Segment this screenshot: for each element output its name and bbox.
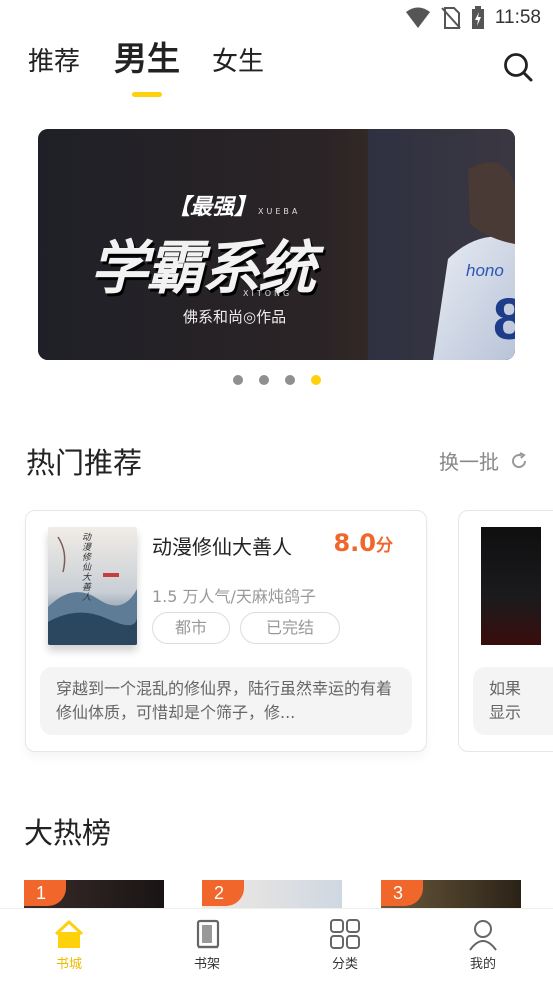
- status-bar: 11:58: [0, 0, 553, 36]
- wifi-icon: [405, 7, 430, 28]
- tag-status[interactable]: 已完结: [240, 612, 341, 644]
- nav-profile[interactable]: 我的: [448, 919, 518, 972]
- book-cover: 动漫修仙大善人: [48, 527, 137, 645]
- book-popularity-author: 1.5 万人气/天麻炖鸽子: [152, 587, 316, 606]
- bottom-navigation: 书城 书架 分类 我的: [0, 908, 553, 983]
- refresh-label: 换一批: [439, 450, 499, 474]
- rank-badge: 2: [202, 880, 244, 906]
- nav-label: 书架: [193, 957, 220, 972]
- banner-dot-active[interactable]: [311, 375, 321, 385]
- book-cover-title: 动漫修仙大善人: [82, 533, 92, 603]
- status-time: 11:58: [494, 7, 541, 28]
- book-score: 8.0分: [333, 529, 393, 557]
- rank-card[interactable]: 1: [24, 880, 164, 910]
- battery-charging-icon: [471, 6, 484, 29]
- nav-category[interactable]: 分类: [310, 919, 380, 972]
- tab-female[interactable]: 女生: [212, 41, 264, 78]
- rank-badge: 3: [381, 880, 423, 906]
- book-cover: [481, 527, 541, 645]
- book-synopsis: 穿越到一个混乱的修仙界，陆行虽然幸运的有着修仙体质，可惜却是个筛子，修...: [40, 667, 412, 735]
- search-icon[interactable]: [501, 50, 535, 84]
- category-grid-icon: [330, 919, 360, 949]
- banner-dot[interactable]: [285, 375, 295, 385]
- home-icon: [54, 920, 84, 948]
- rank-section-title: 大热榜: [24, 816, 112, 850]
- tab-recommend[interactable]: 推荐: [28, 41, 80, 78]
- svg-text:8: 8: [493, 287, 515, 352]
- tab-male[interactable]: 男生: [114, 32, 180, 80]
- banner-dot[interactable]: [259, 375, 269, 385]
- rank-card[interactable]: 2: [202, 880, 342, 910]
- profile-icon: [469, 920, 497, 951]
- banner-tag: 【最强】: [168, 195, 257, 220]
- book-synopsis: 如果 显示: [473, 667, 553, 735]
- nav-bookstore[interactable]: 书城: [34, 919, 104, 972]
- book-card[interactable]: 如果 显示: [458, 510, 553, 752]
- banner-subtitle-bottom: XITONG: [243, 289, 293, 298]
- no-sim-icon: [441, 7, 461, 29]
- status-icons: 11:58: [405, 6, 541, 30]
- tab-active-indicator: [132, 92, 162, 97]
- top-tabs: 推荐 男生 女生: [0, 36, 553, 100]
- promo-banner[interactable]: 8 hono 【最强】 XUEBA 学霸系统 XITONG 佛系和尚◎作品: [38, 129, 515, 360]
- book-title: 动漫修仙大善人: [152, 535, 292, 559]
- tag-genre[interactable]: 都市: [152, 612, 231, 644]
- book-tags: 都市 已完结: [152, 612, 341, 644]
- banner-author: 佛系和尚◎作品: [183, 308, 287, 326]
- nav-label: 书城: [55, 957, 82, 972]
- bookshelf-icon: [196, 919, 220, 949]
- nav-bookshelf[interactable]: 书架: [172, 919, 242, 972]
- nav-label: 我的: [469, 957, 496, 972]
- banner-subtitle-top: XUEBA: [258, 207, 301, 216]
- rank-badge: 1: [24, 880, 66, 906]
- refresh-button[interactable]: 换一批: [439, 446, 529, 475]
- refresh-icon: [512, 451, 527, 468]
- nav-label: 分类: [331, 957, 358, 972]
- svg-text:hono: hono: [466, 261, 504, 280]
- book-card[interactable]: 动漫修仙大善人 动漫修仙大善人 8.0分 1.5 万人气/天麻炖鸽子 都市 已完…: [25, 510, 427, 752]
- banner-pagination: [233, 375, 321, 385]
- hot-section-title: 热门推荐: [26, 446, 143, 480]
- banner-dot[interactable]: [233, 375, 243, 385]
- rank-card[interactable]: 3: [381, 880, 521, 910]
